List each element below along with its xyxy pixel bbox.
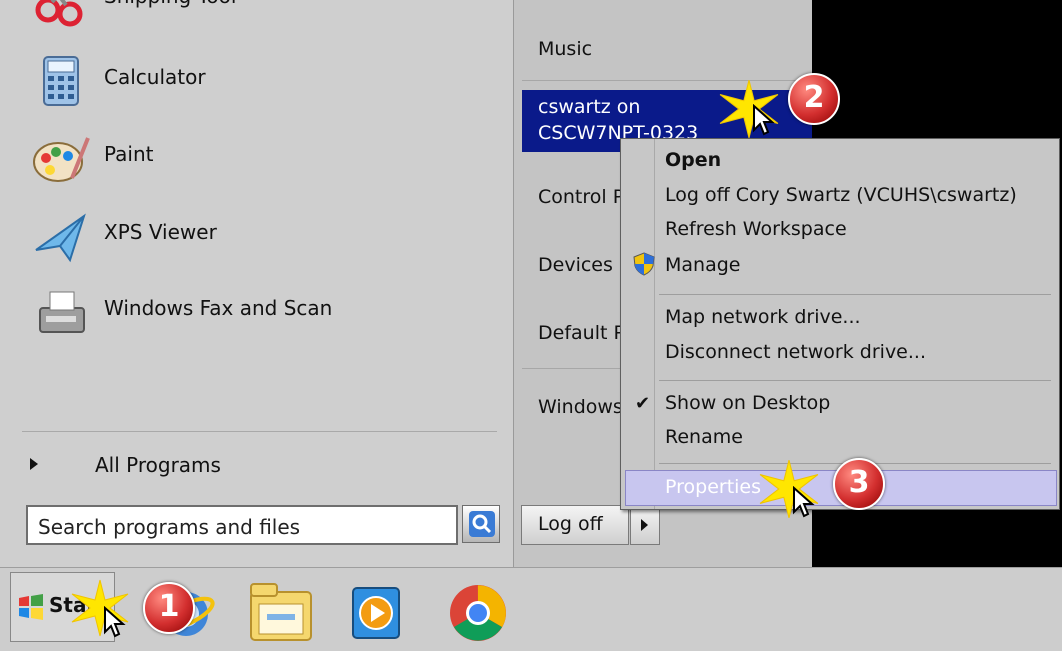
- all-programs-link[interactable]: All Programs: [95, 453, 221, 477]
- search-button[interactable]: [462, 505, 500, 543]
- search-input[interactable]: Search programs and files: [26, 505, 458, 545]
- properties-label: Properties: [665, 476, 762, 498]
- expand-arrow-icon[interactable]: [30, 458, 38, 470]
- program-label: XPS Viewer: [104, 220, 217, 244]
- menu-item-rename[interactable]: Rename: [665, 426, 743, 448]
- log-off-button[interactable]: Log off: [521, 505, 629, 545]
- mouse-cursor-icon: [104, 606, 126, 638]
- shield-icon: [633, 252, 655, 276]
- music-link[interactable]: Music: [538, 38, 592, 60]
- step-badge-3: 3: [833, 458, 885, 510]
- step-badge-2: 2: [788, 73, 840, 125]
- menu-item-show-on-desktop[interactable]: Show on Desktop: [665, 392, 830, 414]
- start-menu-programs-pane: Snipping Tool Calculator Paint XPS Viewe: [0, 0, 514, 567]
- log-off-label: Log off: [538, 513, 603, 535]
- paint-palette-icon: [33, 137, 90, 182]
- menu-item-disconnect-network-drive[interactable]: Disconnect network drive...: [665, 341, 926, 363]
- program-snipping-tool[interactable]: Snipping Tool: [20, 0, 490, 34]
- user-line-1: cswartz on: [538, 96, 641, 118]
- fax-icon: [39, 291, 85, 333]
- step-badge-1: 1: [143, 582, 195, 634]
- scissors-icon: [35, 0, 83, 27]
- divider: [22, 431, 497, 432]
- xps-viewer-icon: [35, 213, 86, 263]
- menu-item-logoff-user[interactable]: Log off Cory Swartz (VCUHS\cswartz): [665, 184, 1017, 206]
- search-icon: [469, 511, 495, 537]
- search-placeholder: Search programs and files: [38, 515, 301, 539]
- menu-item-manage[interactable]: Manage: [665, 254, 740, 276]
- windows-explorer-icon[interactable]: [247, 580, 315, 646]
- mouse-cursor-icon: [793, 486, 815, 518]
- arrow-right-icon: [641, 519, 648, 531]
- program-windows-fax-and-scan[interactable]: Windows Fax and Scan: [20, 286, 490, 346]
- calculator-icon: [43, 56, 79, 106]
- program-calculator[interactable]: Calculator: [20, 55, 490, 115]
- program-paint[interactable]: Paint: [20, 132, 490, 192]
- menu-item-open[interactable]: Open: [665, 149, 721, 171]
- mouse-cursor-icon: [753, 104, 775, 136]
- shutdown-options-button[interactable]: [630, 505, 660, 545]
- divider: [659, 294, 1051, 295]
- program-label: Windows Fax and Scan: [104, 296, 333, 320]
- program-label: Calculator: [104, 65, 206, 89]
- menu-item-map-network-drive[interactable]: Map network drive...: [665, 306, 861, 328]
- menu-item-refresh-workspace[interactable]: Refresh Workspace: [665, 218, 847, 240]
- program-label: Snipping Tool: [104, 0, 236, 8]
- context-menu: Open Log off Cory Swartz (VCUHS\cswartz)…: [620, 138, 1060, 510]
- divider: [659, 380, 1051, 381]
- windows-logo-icon: [19, 594, 43, 620]
- media-player-icon[interactable]: [347, 582, 405, 644]
- chrome-icon[interactable]: [448, 583, 508, 643]
- checkmark-icon: ✔: [635, 393, 651, 414]
- program-xps-viewer[interactable]: XPS Viewer: [20, 210, 490, 270]
- program-label: Paint: [104, 142, 154, 166]
